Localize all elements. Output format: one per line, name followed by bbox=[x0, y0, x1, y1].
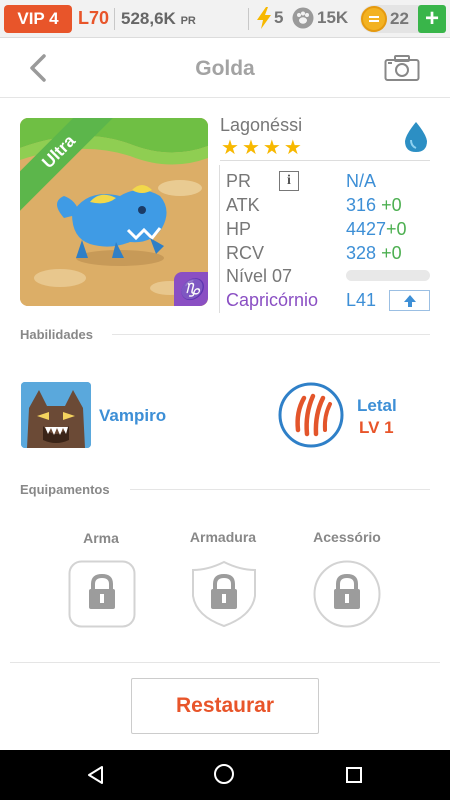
xp-progress-bar bbox=[346, 270, 430, 281]
pr-value: N/A bbox=[346, 171, 377, 191]
energy-counter[interactable]: 5 bbox=[256, 7, 283, 29]
atk-label: ATK bbox=[226, 195, 260, 215]
star-icon: ★ bbox=[241, 137, 260, 159]
rcv-value: 328 bbox=[346, 243, 377, 263]
top-status-bar: VIP 4 L70 528,6K PR 5 15K 22 + bbox=[0, 0, 450, 38]
sign-level: L41 bbox=[346, 290, 377, 310]
armor-label: Armadura bbox=[189, 529, 257, 545]
sign-label[interactable]: Capricórnio bbox=[226, 290, 318, 311]
food-value: 15K bbox=[317, 8, 349, 27]
abilities-section-title: Habilidades bbox=[20, 327, 93, 342]
monster-name: Lagonéssi bbox=[220, 115, 303, 135]
hp-label: HP bbox=[226, 219, 252, 239]
camera-icon[interactable] bbox=[384, 54, 420, 82]
equipment-section-title: Equipamentos bbox=[20, 482, 110, 497]
claw-marks-icon[interactable] bbox=[278, 382, 344, 448]
weapon-label: Arma bbox=[83, 530, 119, 546]
vip-badge[interactable]: VIP 4 bbox=[4, 5, 72, 33]
nav-recents-icon[interactable] bbox=[346, 767, 362, 783]
accessory-label: Acessório bbox=[313, 529, 381, 545]
nav-home-icon[interactable] bbox=[214, 764, 234, 784]
arrow-up-icon bbox=[403, 294, 416, 307]
hp-stat: 4427+0 bbox=[346, 219, 407, 240]
coin-icon bbox=[361, 6, 387, 32]
water-drop-icon bbox=[405, 122, 427, 152]
page-header: Golda bbox=[0, 38, 450, 98]
monster-detail-screen: VIP 4 L70 528,6K PR 5 15K 22 + Golda Ult… bbox=[0, 0, 450, 800]
player-pr: 528,6K PR bbox=[121, 9, 196, 29]
divider bbox=[114, 8, 115, 30]
skill-name[interactable]: Vampiro bbox=[99, 406, 166, 426]
nav-back-icon[interactable] bbox=[86, 765, 106, 785]
weapon-slot[interactable] bbox=[68, 560, 136, 628]
food-counter[interactable]: 15K bbox=[292, 7, 348, 29]
werewolf-icon bbox=[21, 382, 91, 448]
accessory-slot[interactable] bbox=[313, 560, 381, 628]
armor-slot[interactable] bbox=[190, 560, 258, 628]
star-icon: ★ bbox=[283, 137, 302, 159]
energy-value: 5 bbox=[274, 8, 284, 27]
divider bbox=[219, 165, 220, 313]
hp-value: 4427 bbox=[346, 219, 387, 239]
divider bbox=[112, 334, 430, 335]
level-label: Nível 07 bbox=[226, 266, 293, 286]
trait-level: LV 1 bbox=[359, 418, 394, 437]
player-level: L70 bbox=[78, 8, 110, 28]
atk-value: 316 bbox=[346, 195, 377, 215]
paw-icon bbox=[292, 7, 314, 29]
monster-portrait[interactable]: Ultra ♑ bbox=[20, 118, 208, 306]
divider bbox=[10, 662, 440, 663]
star-icon: ★ bbox=[262, 137, 281, 159]
star-rating: ★ ★ ★ ★ bbox=[221, 138, 302, 158]
gems-value: 22 bbox=[390, 9, 409, 28]
hp-bonus: +0 bbox=[386, 219, 407, 239]
atk-stat: 316 +0 bbox=[346, 195, 402, 216]
pr-label: PR bbox=[226, 171, 252, 191]
android-nav-bar bbox=[0, 750, 450, 800]
lightning-icon bbox=[257, 7, 271, 29]
sign-badge-icon: ♑ bbox=[174, 272, 208, 306]
rcv-bonus: +0 bbox=[381, 243, 402, 263]
sign-upgrade-button[interactable] bbox=[389, 290, 430, 311]
gems-counter[interactable]: 22 + bbox=[360, 5, 446, 33]
rcv-stat: 328 +0 bbox=[346, 243, 402, 264]
divider bbox=[220, 160, 430, 161]
star-icon: ★ bbox=[221, 137, 239, 159]
rcv-label: RCV bbox=[226, 243, 265, 263]
divider bbox=[248, 8, 249, 30]
skill-icon[interactable] bbox=[21, 382, 91, 448]
divider bbox=[130, 489, 430, 490]
pr-unit: PR bbox=[180, 15, 196, 27]
pr-value: 528,6K bbox=[121, 9, 176, 28]
info-icon[interactable]: i bbox=[279, 171, 299, 191]
trait-name[interactable]: Letal bbox=[357, 396, 397, 416]
atk-bonus: +0 bbox=[381, 195, 402, 215]
restore-button[interactable]: Restaurar bbox=[131, 678, 319, 734]
page-title: Golda bbox=[195, 57, 255, 80]
add-gems-button[interactable]: + bbox=[418, 5, 446, 33]
